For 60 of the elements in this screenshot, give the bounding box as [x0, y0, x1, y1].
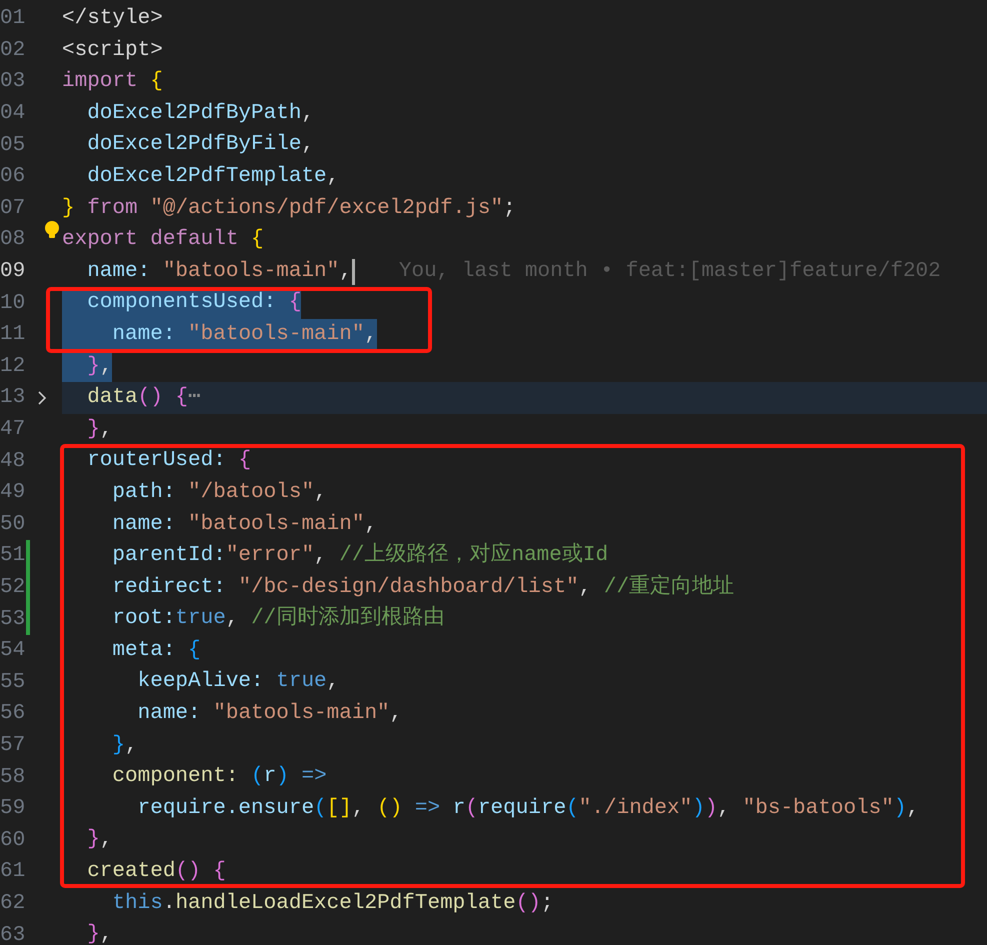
- code-line: name: "batools-main",: [86, 258, 352, 285]
- line-number: 09: [0, 261, 26, 282]
- code-line: routerUsed: {: [86, 448, 252, 474]
- line-number: 49: [0, 482, 26, 504]
- code-line: import {: [62, 69, 163, 96]
- code-line: <script>: [62, 38, 163, 64]
- line-number: 07: [0, 198, 26, 219]
- line-number: 48: [0, 450, 26, 472]
- code-line: doExcel2PdfByFile,: [86, 132, 314, 158]
- line-number: 03: [0, 71, 26, 92]
- line-number: 53: [0, 608, 26, 630]
- code-line: },: [111, 732, 138, 759]
- line-number: 06: [0, 166, 26, 188]
- code-line: },: [86, 827, 112, 854]
- code-line: } from "@/actions/pdf/excel2pdf.js";: [62, 196, 516, 222]
- code-line: created() {: [86, 859, 226, 886]
- code-line: name: "batools-main",: [111, 512, 378, 538]
- line-number: 01: [0, 8, 26, 30]
- code-line: export default {: [62, 227, 264, 254]
- code-line: parentId:"error", //上级路径，对应name或Id: [111, 541, 608, 570]
- git-blame-annotation: You, last month • feat:[master]feature/f202: [398, 258, 941, 285]
- code-line: meta: {: [111, 638, 201, 664]
- line-number: 05: [0, 134, 26, 156]
- code-line: },: [86, 922, 112, 945]
- code-line: root:true, //同时添加到根路由: [111, 604, 444, 632]
- line-number: 56: [0, 703, 26, 724]
- line-number: 59: [0, 798, 26, 820]
- line-number: 58: [0, 766, 26, 788]
- line-number: 62: [0, 892, 26, 914]
- line-number: 60: [0, 830, 26, 851]
- code-line: keepAlive: true,: [136, 669, 340, 696]
- line-number: 63: [0, 924, 26, 945]
- code-line: path: "/batools",: [111, 480, 327, 506]
- line-number: 50: [0, 514, 26, 535]
- code-line: doExcel2PdfTemplate,: [86, 164, 340, 190]
- line-number: 11: [0, 324, 26, 346]
- code-line: component: (r) =>: [111, 764, 327, 790]
- code-line: require.ensure([], () => r(require("./index")), "bs-batools"),: [136, 796, 920, 822]
- line-number: 54: [0, 640, 26, 662]
- lightbulb-icon[interactable]: [44, 220, 60, 240]
- line-number: 04: [0, 103, 26, 124]
- code-line: data() {⋯: [86, 385, 201, 412]
- code-line: redirect: "/bc-design/dashboard/list", //重定向地址: [111, 573, 734, 601]
- line-number: 12: [0, 356, 26, 377]
- line-number: 47: [0, 419, 26, 440]
- code-line: name: "batools-main",: [136, 701, 402, 728]
- code-line: this.handleLoadExcel2PdfTemplate();: [111, 890, 554, 917]
- line-number: 13: [0, 387, 26, 408]
- code-line: doExcel2PdfByPath,: [86, 100, 314, 127]
- chevron-icon[interactable]: [37, 390, 47, 406]
- code-line: },: [86, 416, 112, 443]
- code-line: </style>: [62, 6, 163, 32]
- line-number: 57: [0, 734, 26, 756]
- line-number: 52: [0, 576, 26, 598]
- line-number: 08: [0, 229, 26, 250]
- line-number: 02: [0, 40, 26, 61]
- line-number: 10: [0, 292, 26, 314]
- line-number: 51: [0, 545, 26, 566]
- line-number: 61: [0, 861, 26, 882]
- line-number: 55: [0, 672, 26, 693]
